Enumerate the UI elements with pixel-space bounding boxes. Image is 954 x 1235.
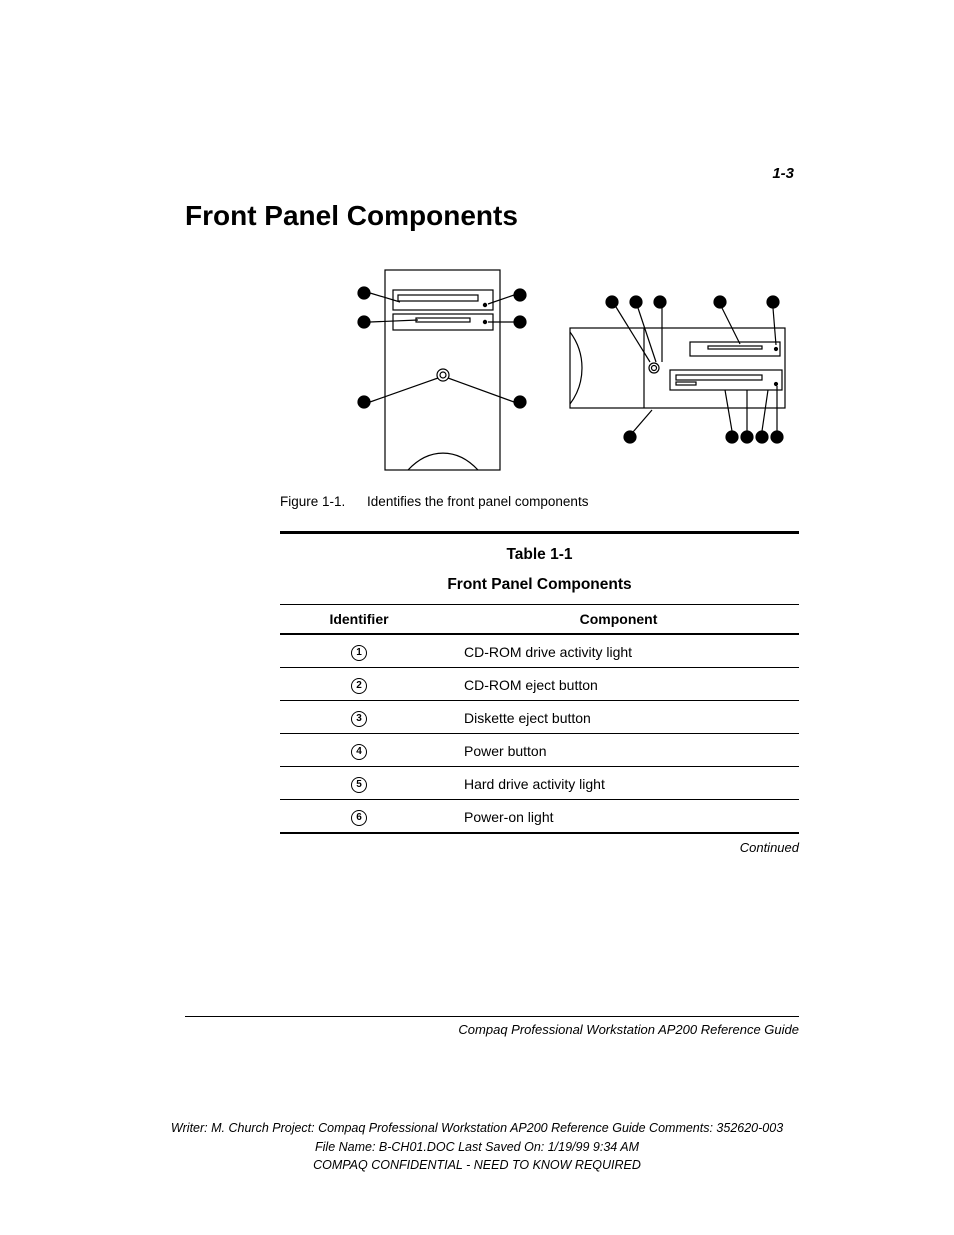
- identifier-badge: 2: [351, 678, 367, 694]
- table-number: Table 1-1: [280, 546, 799, 564]
- footer-metadata: Writer: M. Church Project: Compaq Profes…: [0, 1119, 954, 1175]
- front-panel-diagram: [290, 262, 790, 478]
- identifier-badge: 5: [351, 777, 367, 793]
- figure-label: Figure 1-1.: [280, 494, 345, 509]
- figure-1-1: [280, 262, 799, 478]
- components-table: Identifier Component 1 CD-ROM drive activ…: [280, 604, 799, 834]
- table-row: 5 Hard drive activity light: [280, 767, 799, 800]
- component-cell: Diskette eject button: [438, 701, 799, 734]
- table-row: 6 Power-on light: [280, 800, 799, 834]
- identifier-badge: 1: [351, 645, 367, 661]
- col-component: Component: [438, 605, 799, 635]
- component-cell: CD-ROM drive activity light: [438, 634, 799, 668]
- footer-line-1: Writer: M. Church Project: Compaq Profes…: [0, 1119, 954, 1138]
- table-title: Front Panel Components: [280, 576, 799, 594]
- section-heading: Front Panel Components: [185, 200, 799, 232]
- component-cell: Hard drive activity light: [438, 767, 799, 800]
- page-number: 1-3: [772, 165, 794, 182]
- figure-caption: Figure 1-1. Identifies the front panel c…: [280, 494, 799, 509]
- footer-rule: [185, 1016, 799, 1017]
- identifier-badge: 3: [351, 711, 367, 727]
- footer-guide-title: Compaq Professional Workstation AP200 Re…: [458, 1022, 799, 1037]
- table-row: 2 CD-ROM eject button: [280, 668, 799, 701]
- footer-line-2: File Name: B-CH01.DOC Last Saved On: 1/1…: [0, 1138, 954, 1157]
- table-row: 1 CD-ROM drive activity light: [280, 634, 799, 668]
- identifier-badge: 6: [351, 810, 367, 826]
- identifier-badge: 4: [351, 744, 367, 760]
- component-cell: Power button: [438, 734, 799, 767]
- document-page: 1-3 Front Panel Components: [0, 0, 954, 1235]
- component-cell: Power-on light: [438, 800, 799, 834]
- table-row: 3 Diskette eject button: [280, 701, 799, 734]
- table-row: 4 Power button: [280, 734, 799, 767]
- continued-label: Continued: [280, 840, 799, 855]
- col-identifier: Identifier: [280, 605, 438, 635]
- figure-caption-text: Identifies the front panel components: [367, 494, 588, 509]
- table-1-1: Table 1-1 Front Panel Components Identif…: [280, 531, 799, 855]
- component-cell: CD-ROM eject button: [438, 668, 799, 701]
- footer-line-3: COMPAQ CONFIDENTIAL - NEED TO KNOW REQUI…: [0, 1156, 954, 1175]
